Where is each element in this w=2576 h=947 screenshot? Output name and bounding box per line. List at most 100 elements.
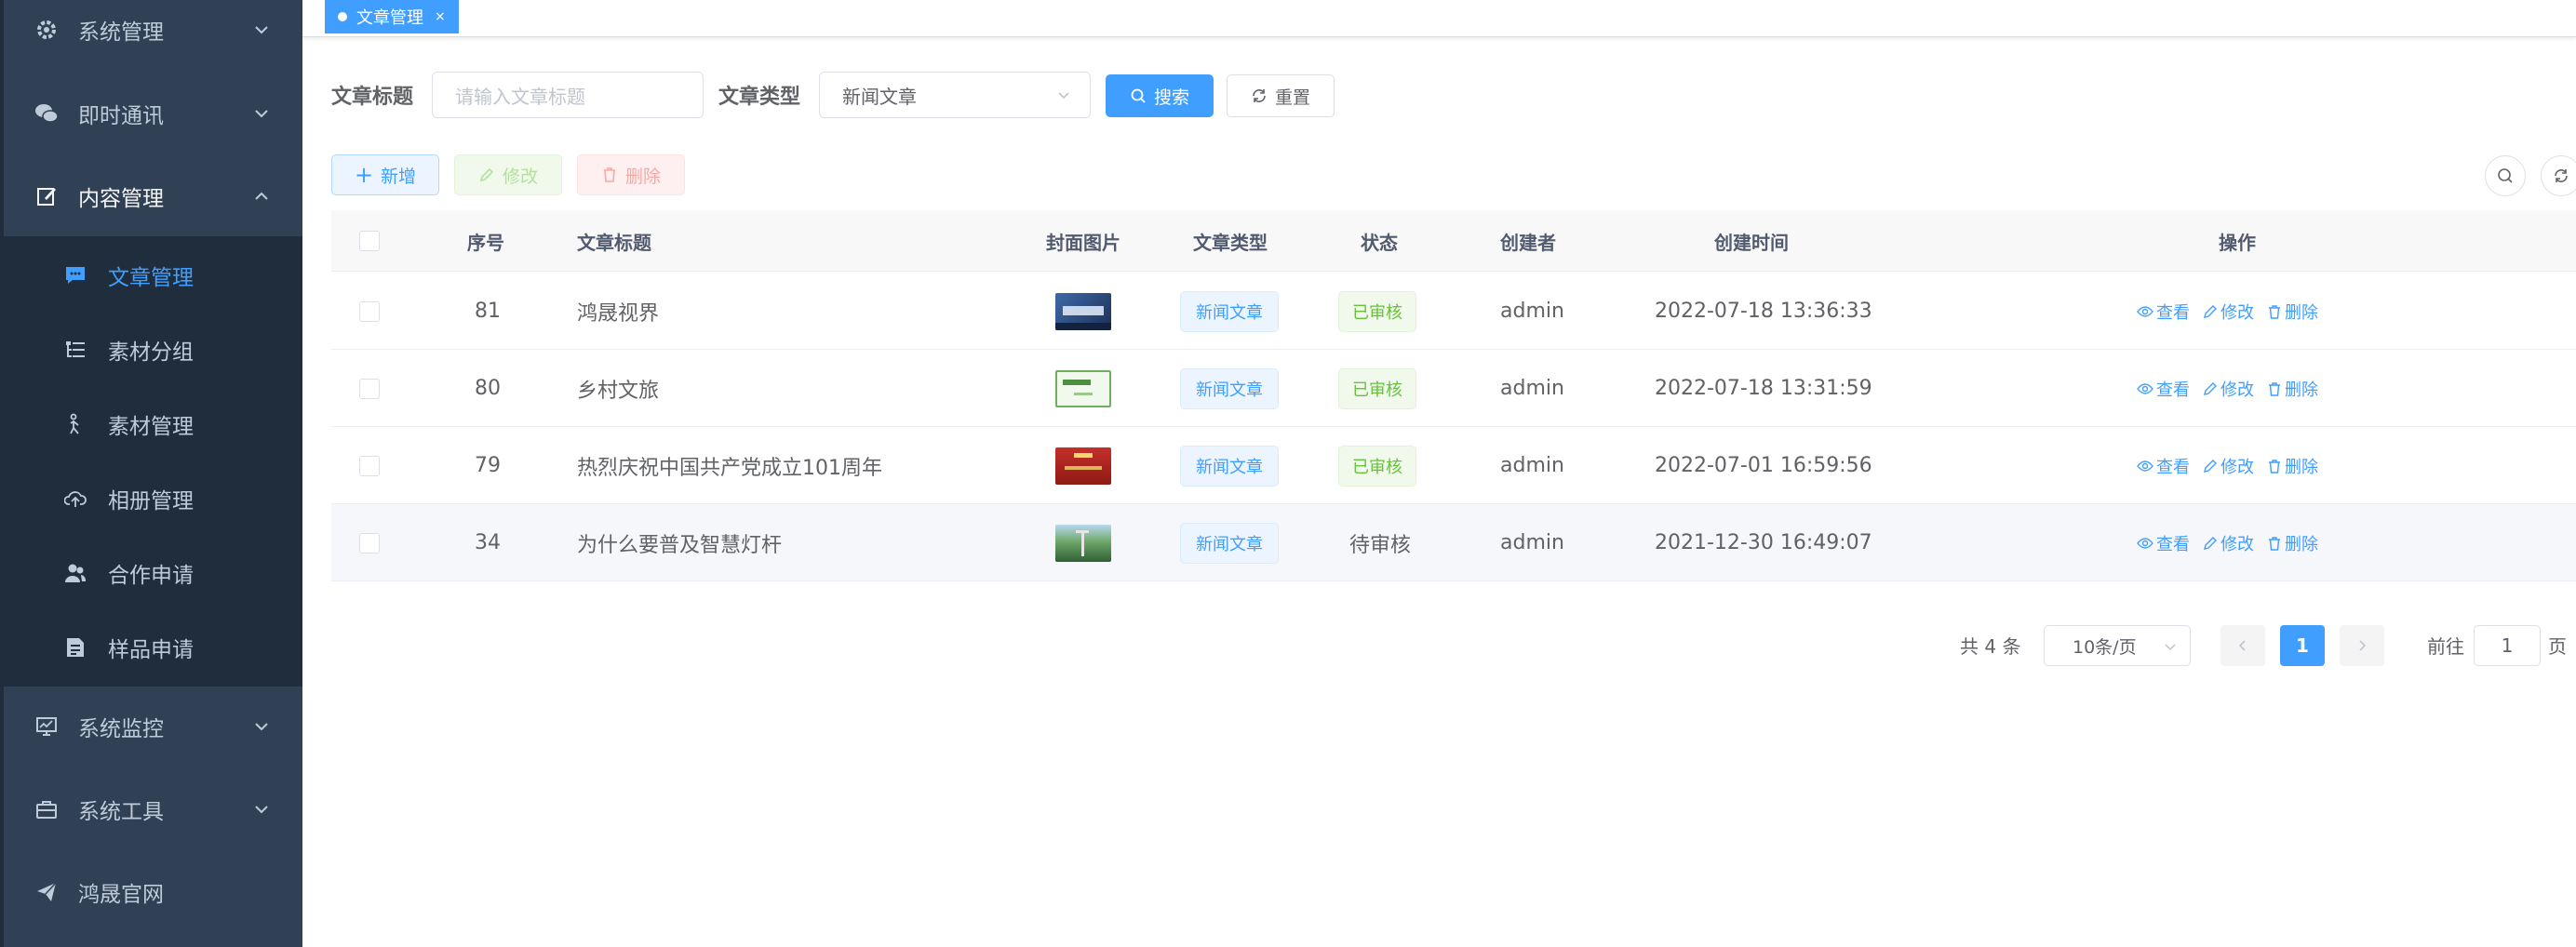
chevron-up-icon <box>255 192 268 200</box>
type-select[interactable]: 新闻文章 <box>819 72 1091 118</box>
add-button[interactable]: + 新增 <box>331 154 439 195</box>
row-creator: admin <box>1500 531 1564 554</box>
type-tag: 新闻文章 <box>1180 367 1279 409</box>
cover-thumbnail <box>1055 524 1111 562</box>
view-link[interactable]: 查看 <box>2137 531 2190 555</box>
view-link[interactable]: 查看 <box>2137 377 2190 401</box>
table-row[interactable]: 81 鸿晟视界 新闻文章 已审核 admin 2022-07-18 13:36:… <box>331 273 2576 350</box>
search-button-label: 搜索 <box>1153 87 1189 108</box>
header-index: 序号 <box>467 231 504 254</box>
row-status: 已审核 <box>1338 427 1416 504</box>
row-status: 待审核 <box>1349 533 1412 557</box>
sidebar-item-im[interactable]: 即时通讯 <box>4 73 302 154</box>
row-checkbox[interactable] <box>359 273 380 350</box>
goto-page-input[interactable]: 1 <box>2474 625 2541 666</box>
row-checkbox[interactable] <box>359 504 380 581</box>
toolbox-icon <box>34 796 60 822</box>
sidebar-subitem-material-group[interactable]: 素材分组 <box>4 313 302 387</box>
delete-link[interactable]: 删除 <box>2267 531 2318 555</box>
delete-link[interactable]: 删除 <box>2267 454 2318 478</box>
view-label: 查看 <box>2156 534 2190 554</box>
close-icon[interactable]: × <box>435 9 446 24</box>
sidebar-subitem-label: 合作申请 <box>108 564 194 588</box>
toggle-search-button[interactable] <box>2485 155 2526 196</box>
view-label: 查看 <box>2156 457 2190 477</box>
sidebar-subitem-label: 文章管理 <box>108 266 194 290</box>
select-all-checkbox[interactable] <box>359 210 380 272</box>
page-number-button[interactable]: 1 <box>2280 625 2325 666</box>
next-page-button[interactable] <box>2340 625 2384 666</box>
status-badge: 已审核 <box>1338 445 1416 487</box>
sidebar-item-content[interactable]: 内容管理 <box>4 155 302 237</box>
sidebar-item-system[interactable]: 系统管理 <box>4 0 302 71</box>
table-row[interactable]: 34 为什么要普及智慧灯杆 新闻文章 待审核 admin 2021-12-30 … <box>331 504 2576 581</box>
edit-icon <box>479 167 494 182</box>
sidebar: 系统管理 即时通讯 内容管理 文章管理 素材分组 素材管理 相册管理 合作申请 … <box>0 0 302 947</box>
edit-icon <box>34 183 60 209</box>
sidebar-subitem-cooperation[interactable]: 合作申请 <box>4 536 302 610</box>
sidebar-item-website[interactable]: 鸿晟官网 <box>4 851 302 933</box>
row-checkbox[interactable] <box>359 427 380 504</box>
search-icon <box>2498 168 2513 183</box>
delete-link[interactable]: 删除 <box>2267 377 2318 401</box>
eye-icon <box>2137 460 2153 472</box>
tag-article-management[interactable]: 文章管理 × <box>325 0 459 33</box>
row-type: 新闻文章 <box>1180 504 1279 581</box>
trash-icon <box>2269 459 2280 474</box>
reset-button[interactable]: 重置 <box>1227 74 1335 117</box>
row-cover[interactable] <box>1055 504 1111 581</box>
edit-label: 修改 <box>2220 534 2254 554</box>
edit-link[interactable]: 修改 <box>2203 454 2254 478</box>
refresh-table-button[interactable] <box>2541 155 2576 196</box>
type-tag: 新闻文章 <box>1180 445 1279 487</box>
edit-link[interactable]: 修改 <box>2203 377 2254 401</box>
sidebar-subitem-albums[interactable]: 相册管理 <box>4 461 302 536</box>
edit-link[interactable]: 修改 <box>2203 300 2254 324</box>
reset-button-label: 重置 <box>1274 87 1310 108</box>
sidebar-item-label: 即时通讯 <box>78 104 164 128</box>
table-row[interactable]: 80 乡村文旅 新闻文章 已审核 admin 2022-07-18 13:31:… <box>331 350 2576 427</box>
row-ops: 查看 修改 删除 <box>2137 504 2318 581</box>
search-button[interactable]: 搜索 <box>1106 74 1214 117</box>
view-link[interactable]: 查看 <box>2137 454 2190 478</box>
edit-link[interactable]: 修改 <box>2203 531 2254 555</box>
delete-label: 删除 <box>2285 380 2318 400</box>
sidebar-subitem-label: 相册管理 <box>108 489 194 514</box>
sidebar-item-label: 系统工具 <box>78 800 164 824</box>
delete-button[interactable]: 删除 <box>577 154 685 195</box>
sidebar-item-monitor[interactable]: 系统监控 <box>4 686 302 767</box>
row-cover[interactable] <box>1055 273 1111 350</box>
status-badge: 已审核 <box>1338 367 1416 409</box>
row-cover[interactable] <box>1055 350 1111 427</box>
edit-button[interactable]: 修改 <box>454 154 562 195</box>
title-search-input[interactable]: 请输入文章标题 <box>432 72 704 118</box>
row-cover[interactable] <box>1055 427 1111 504</box>
row-creator: admin <box>1500 300 1564 323</box>
tags-view: 文章管理 × <box>302 0 2576 37</box>
sidebar-subitem-articles[interactable]: 文章管理 <box>4 238 302 313</box>
delete-link[interactable]: 删除 <box>2267 300 2318 324</box>
eye-icon <box>2137 382 2153 394</box>
row-index: 80 <box>475 377 501 400</box>
row-type: 新闻文章 <box>1180 273 1279 350</box>
row-status: 已审核 <box>1338 350 1416 427</box>
row-created-at: 2022-07-18 13:36:33 <box>1655 300 1872 323</box>
row-created-at: 2022-07-01 16:59:56 <box>1655 454 1872 477</box>
tree-list-icon <box>63 338 87 362</box>
sidebar-subitem-samples[interactable]: 样品申请 <box>4 610 302 685</box>
edit-icon <box>2204 459 2217 473</box>
edit-button-label: 修改 <box>502 166 538 187</box>
table-row[interactable]: 79 热烈庆祝中国共产党成立101周年 新闻文章 已审核 admin 2022-… <box>331 427 2576 504</box>
trash-icon <box>603 167 615 182</box>
row-checkbox[interactable] <box>359 350 380 427</box>
sidebar-subitem-label: 素材管理 <box>108 415 194 439</box>
sidebar-subitem-materials[interactable]: 素材管理 <box>4 387 302 461</box>
page-size-select[interactable]: 10条/页 <box>2044 625 2191 666</box>
view-label: 查看 <box>2156 302 2190 323</box>
sidebar-item-tools[interactable]: 系统工具 <box>4 768 302 850</box>
header-status: 状态 <box>1361 231 1398 254</box>
prev-page-button[interactable] <box>2220 625 2265 666</box>
view-link[interactable]: 查看 <box>2137 300 2190 324</box>
chevron-left-icon <box>2238 640 2246 651</box>
edit-label: 修改 <box>2220 457 2254 477</box>
